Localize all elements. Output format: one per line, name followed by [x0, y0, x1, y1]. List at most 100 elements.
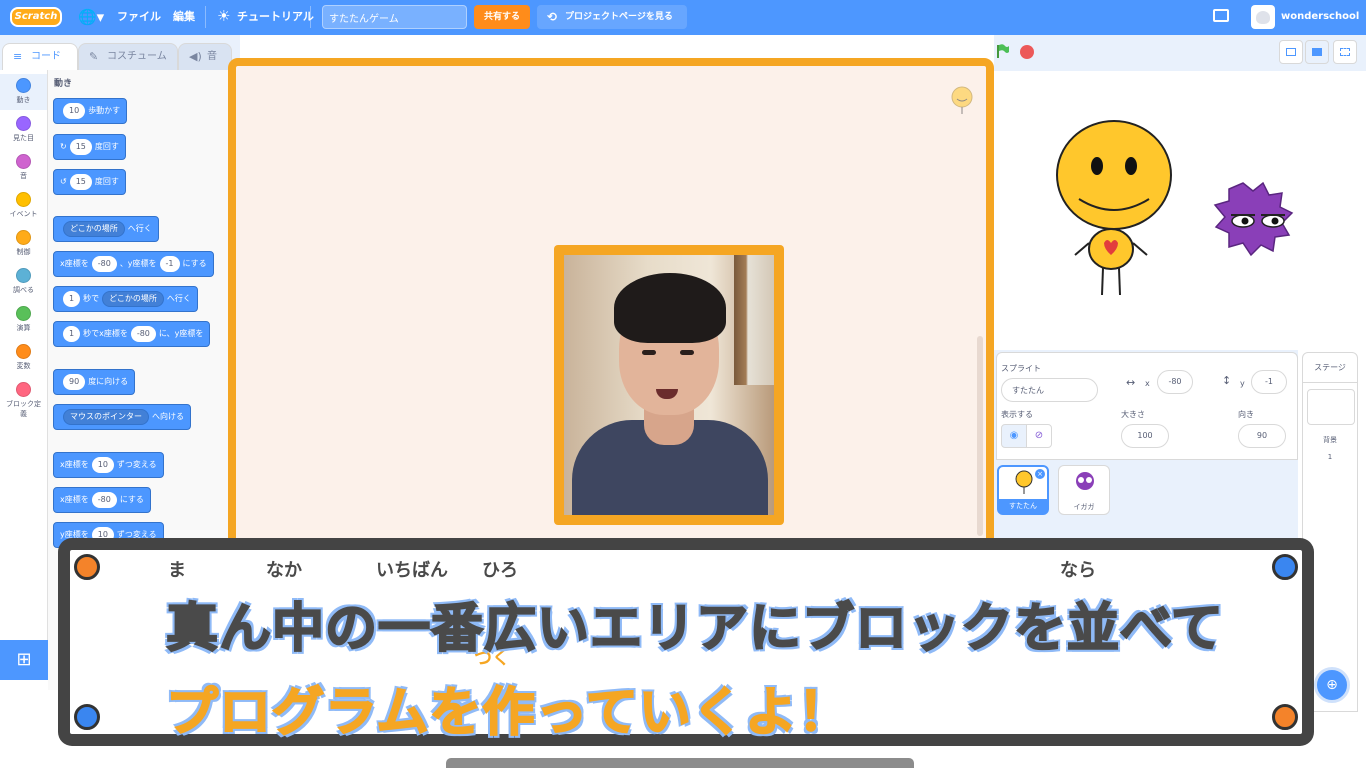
block-input[interactable]: 15	[69, 173, 92, 190]
presenter-video	[554, 245, 784, 525]
normal-stage-button[interactable]	[1305, 40, 1329, 64]
block-point-direction[interactable]: 90 度に向ける	[53, 369, 136, 395]
green-flag-icon[interactable]	[996, 44, 1010, 58]
stage-canvas[interactable]	[997, 71, 1366, 348]
direction-input[interactable]: 90	[1238, 424, 1286, 448]
subtitle-panel: ま なか いちばん ひろ なら つく 真ん中の一番広いエリアにブロックを並べて …	[58, 538, 1314, 746]
category-control[interactable]: 制御	[0, 226, 47, 257]
horizontal-scrollbar[interactable]	[446, 758, 914, 768]
username[interactable]: wonderschool	[1281, 11, 1359, 22]
menu-tutorials[interactable]: チュートリアル	[237, 10, 314, 24]
y-arrows-icon: ↕	[1222, 374, 1232, 387]
subtitle-board: ま なか いちばん ひろ なら つく 真ん中の一番広いエリアにブロックを並べて …	[70, 550, 1302, 744]
block-move-steps[interactable]: 10 歩動かす	[53, 98, 128, 124]
fullscreen-button[interactable]	[1333, 40, 1357, 64]
stage-panel-title: ステージ	[1303, 353, 1357, 383]
menu-edit[interactable]: 編集	[173, 10, 195, 24]
tab-code[interactable]: ≡ コード	[2, 43, 78, 70]
subtitle-line-2: プログラムを作っていくよ！	[165, 682, 851, 744]
y-position-input[interactable]: -1	[1251, 370, 1287, 394]
workspace-scrollbar[interactable]	[977, 336, 983, 536]
block-glide-xy[interactable]: 1 秒でx座標を -80 に、y座標を	[53, 321, 211, 347]
hide-sprite-eye-slash-icon[interactable]: ⊘	[1026, 424, 1052, 448]
block-input[interactable]: -1	[159, 255, 180, 272]
backdrop-thumbnail[interactable]	[1307, 389, 1355, 425]
block-input[interactable]: 10	[63, 102, 86, 119]
block-goto[interactable]: どこかの場所 へ行く	[53, 216, 159, 242]
block-text: x座標を	[60, 460, 89, 469]
category-dot-icon	[16, 192, 31, 207]
share-button[interactable]: 共有する	[474, 5, 530, 29]
show-sprite-eye-icon[interactable]: ◉	[1001, 424, 1027, 448]
block-text: x座標を	[60, 259, 89, 268]
language-globe-icon[interactable]: 🌐▾	[78, 8, 108, 28]
block-dropdown[interactable]: マウスのポインター	[63, 408, 149, 425]
category-label: 音	[20, 172, 27, 180]
block-dropdown[interactable]: どこかの場所	[63, 220, 125, 237]
block-dropdown[interactable]: どこかの場所	[102, 290, 164, 307]
block-point-towards[interactable]: マウスのポインター へ向ける	[53, 404, 191, 430]
block-goto-xy[interactable]: x座標を -80 、y座標を -1 にする	[53, 251, 214, 277]
tab-costumes[interactable]: ✎ コスチューム	[78, 43, 178, 70]
menu-divider	[310, 6, 311, 28]
size-input[interactable]: 100	[1121, 424, 1169, 448]
block-turn-right[interactable]: ↻ 15 度回す	[53, 134, 126, 160]
x-arrows-icon: ↔	[1126, 376, 1136, 389]
sprite-card-igaga[interactable]: イガガ	[1058, 465, 1110, 515]
sprite-card-statan[interactable]: × すたたん	[997, 465, 1049, 515]
code-blocks-icon: ≡	[13, 50, 23, 63]
menu-file[interactable]: ファイル	[117, 10, 161, 24]
block-glide-to[interactable]: 1 秒で どこかの場所 へ行く	[53, 286, 198, 312]
tutorials-lightbulb-icon[interactable]: ☀	[217, 8, 230, 25]
category-sensing[interactable]: 調べる	[0, 264, 47, 295]
block-input[interactable]: 1	[63, 290, 81, 307]
category-motion[interactable]: 動き	[0, 74, 47, 110]
block-text: に、y座標を	[158, 329, 204, 338]
sprite-name-input[interactable]	[1001, 378, 1098, 402]
category-my-blocks[interactable]: ブロック定義	[0, 378, 47, 419]
block-text: 秒で	[83, 294, 100, 303]
block-input[interactable]: 1	[63, 325, 81, 342]
category-operators[interactable]: 演算	[0, 302, 47, 333]
block-input[interactable]: 15	[69, 138, 92, 155]
my-stuff-folder-icon[interactable]	[1213, 9, 1229, 22]
block-text: にする	[119, 495, 144, 504]
block-input[interactable]: -80	[91, 491, 117, 508]
scratch-logo[interactable]: Scratch	[10, 7, 62, 27]
block-input[interactable]: -80	[91, 255, 117, 272]
choose-sprite-button[interactable]: ⊕	[1314, 667, 1350, 703]
block-text: にする	[182, 259, 207, 268]
statan-sprite[interactable]	[1056, 120, 1172, 296]
x-label: x	[1145, 379, 1150, 388]
x-position-input[interactable]: -80	[1157, 370, 1193, 394]
tab-sounds[interactable]: ◀) 音	[178, 43, 232, 70]
tab-code-label: コード	[31, 51, 61, 62]
igaga-thumbnail	[1076, 472, 1094, 490]
small-stage-button[interactable]	[1279, 40, 1303, 64]
category-events[interactable]: イベント	[0, 188, 47, 219]
see-project-page-button[interactable]: ⟲ プロジェクトページを見る	[537, 5, 687, 29]
block-input[interactable]: 10	[91, 456, 114, 473]
block-input[interactable]: -80	[130, 325, 156, 342]
delete-sprite-icon[interactable]: ×	[1035, 469, 1045, 479]
block-set-x[interactable]: x座標を -80 にする	[53, 487, 151, 513]
category-label: 調べる	[13, 286, 34, 294]
block-change-x[interactable]: x座標を 10 ずつ変える	[53, 452, 164, 478]
project-title-input[interactable]	[322, 5, 467, 29]
stop-icon[interactable]	[1020, 45, 1034, 59]
speaker-icon: ◀)	[189, 50, 202, 63]
presenter-image	[564, 255, 774, 515]
presenter-hair	[614, 273, 726, 343]
category-looks[interactable]: 見た目	[0, 112, 47, 143]
category-variables[interactable]: 変数	[0, 340, 47, 371]
ruby-naka: なか	[266, 560, 302, 581]
category-label: 動き	[16, 96, 31, 104]
block-turn-left[interactable]: ↺ 15 度回す	[53, 169, 126, 195]
igaga-sprite[interactable]	[1213, 181, 1294, 257]
block-input[interactable]: 90	[63, 373, 86, 390]
add-extension-button[interactable]: ⊞	[0, 640, 48, 680]
user-avatar[interactable]	[1251, 5, 1275, 29]
category-sound[interactable]: 音	[0, 150, 47, 181]
normal-stage-icon	[1312, 48, 1322, 56]
category-dot-icon	[16, 154, 31, 169]
